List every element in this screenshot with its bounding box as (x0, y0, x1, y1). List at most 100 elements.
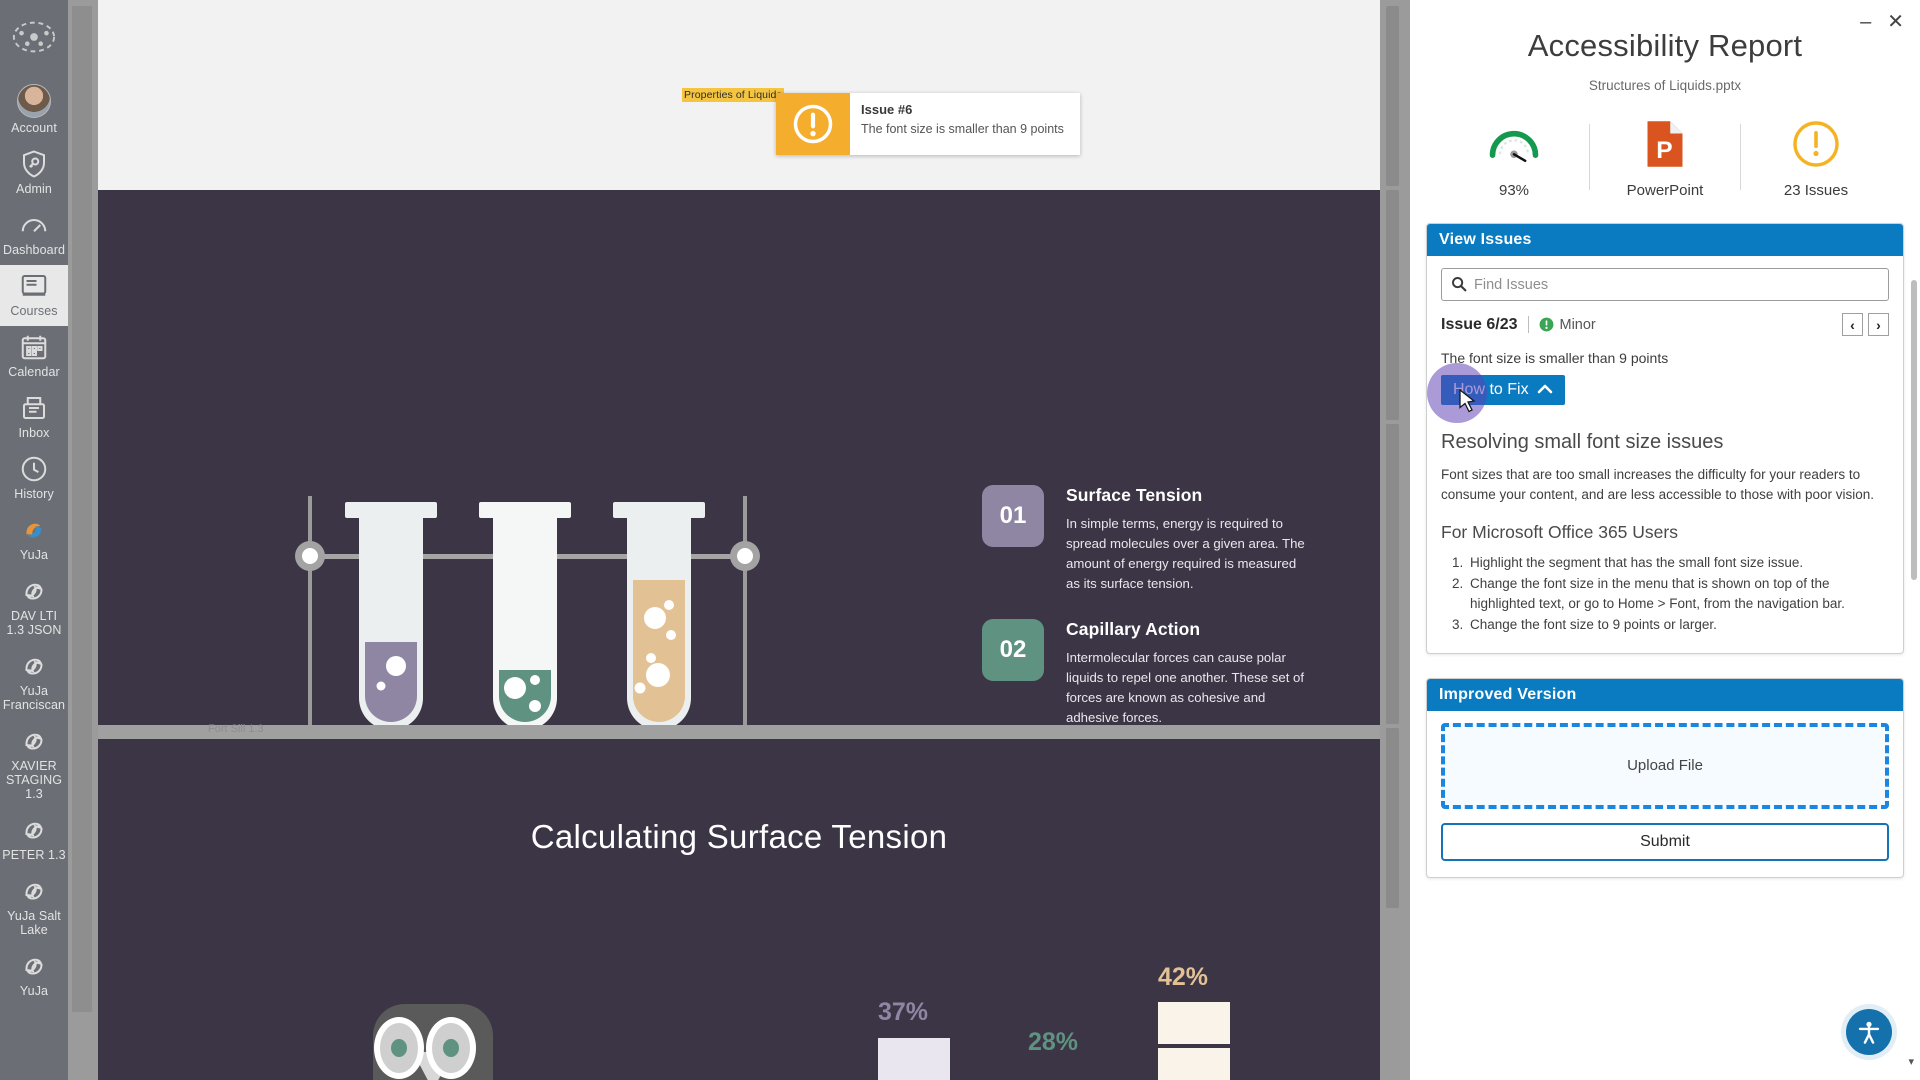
issue-pager: ‹ › (1842, 313, 1889, 336)
list-item-body: Intermolecular forces can cause polar li… (1066, 650, 1305, 726)
list-item-title: Surface Tension (1066, 485, 1203, 505)
sidebar-item-label: Admin (16, 182, 52, 196)
canvas-logo[interactable] (11, 14, 57, 60)
stat-label: 23 Issues (1783, 182, 1849, 199)
how-to-fix-button[interactable]: How to Fix (1441, 375, 1565, 405)
search-input[interactable] (1441, 268, 1889, 301)
view-issues-card: View Issues Issue 6/23 Minor ‹ (1426, 223, 1904, 654)
search-icon (1451, 276, 1467, 292)
sidebar-item-yuja-salt-lake[interactable]: YuJa Salt Lake (0, 870, 68, 945)
bar-label: 37% (878, 998, 929, 1026)
book-icon (19, 271, 49, 301)
warning-exclamation-icon (776, 93, 850, 155)
sidebar-item-label: YuJa Franciscan (2, 684, 66, 712)
sidebar-item-label: Inbox (18, 426, 50, 440)
sidebar-item-label: Calendar (8, 365, 60, 379)
yuja-color-icon (19, 515, 49, 545)
fix-step: Change the font size to 9 points or larg… (1467, 615, 1889, 635)
issue-description: The font size is smaller than 9 points (1441, 350, 1669, 366)
fix-step: Highlight the segment that has the small… (1467, 553, 1889, 573)
divider (1527, 316, 1529, 333)
slide-separator (98, 725, 1380, 739)
scrollbar-segment[interactable] (1386, 6, 1399, 186)
avatar (17, 84, 51, 118)
sidebar-item-dav-lti-json[interactable]: DAV LTI 1.3 JSON (0, 570, 68, 645)
severity-icon (1539, 317, 1554, 332)
highlighted-small-text: Properties of Liquids (682, 88, 784, 102)
scrollbar-thumb[interactable] (72, 6, 92, 1012)
bar (878, 1038, 950, 1080)
sidebar-item-label: XAVIER STAGING 1.3 (5, 759, 63, 801)
yuja-icon (19, 726, 49, 756)
close-icon[interactable]: ✕ (1887, 12, 1904, 32)
sidebar-item-inbox[interactable]: Inbox (0, 387, 68, 448)
slide-2-bar-chart: 37% 28% 42% (878, 960, 1338, 1080)
owl-illustration (373, 1004, 493, 1080)
document-viewer: 01 Surface Tension In simple terms, ener… (98, 0, 1410, 1080)
slide-1: 01 Surface Tension In simple terms, ener… (98, 190, 1380, 880)
viewer-scroll-gutter[interactable] (1380, 0, 1410, 1080)
inbox-icon (19, 393, 49, 423)
scrollbar-thumb[interactable] (1386, 424, 1399, 724)
page-title: Accessibility Report (1527, 28, 1803, 63)
calendar-icon (19, 332, 49, 362)
minimize-icon[interactable]: – (1860, 12, 1871, 32)
bar (1158, 1002, 1230, 1044)
sidebar-item-courses[interactable]: Courses (0, 265, 68, 326)
fix-heading: Resolving small font size issues (1441, 431, 1724, 453)
warning-circle-icon (1741, 115, 1891, 173)
panel-scrollbar-thumb[interactable] (1911, 280, 1917, 580)
issue-tooltip-title: Issue #6 (861, 102, 913, 117)
document-watermark: Fort Sill 1.3 (208, 723, 264, 735)
sidebar-item-label: YuJa (19, 984, 49, 998)
sidebar-item-label: Dashboard (2, 243, 66, 257)
file-name: Structures of Liquids.pptx (1588, 78, 1742, 93)
submit-button[interactable]: Submit (1441, 822, 1889, 861)
sidebar-item-history[interactable]: History (0, 448, 68, 509)
list-item-title: Capillary Action (1066, 619, 1201, 640)
sidebar-item-dashboard[interactable]: Dashboard (0, 204, 68, 265)
view-issues-header: View Issues (1427, 224, 1903, 256)
stat-score: 93% (1439, 115, 1589, 199)
sidebar-item-peter-13[interactable]: PETER 1.3 (0, 809, 68, 870)
yuja-icon (19, 576, 49, 606)
sidebar-item-label: YuJa (19, 548, 49, 562)
next-issue-button[interactable]: › (1868, 313, 1889, 336)
issue-counter: Issue 6/23 (1441, 315, 1518, 333)
bar-label: 28% (1028, 1028, 1079, 1056)
yuja-icon (19, 815, 49, 845)
accessibility-report-panel: – ✕ Accessibility Report Structures of L… (1410, 0, 1920, 1080)
list-item: 02 Capillary Action Intermolecular force… (982, 619, 1312, 728)
sidebar-item-yuja[interactable]: YuJa (0, 509, 68, 570)
sidebar-item-admin[interactable]: Admin (0, 143, 68, 204)
slide-2-title: Calculating Surface Tension (530, 818, 948, 855)
sidebar-item-yuja-2[interactable]: YuJa (0, 945, 68, 1006)
sidebar-item-label: DAV LTI 1.3 JSON (6, 609, 62, 637)
sidebar-item-xavier-staging[interactable]: XAVIER STAGING 1.3 (0, 720, 68, 809)
sidebar-item-label: Courses (10, 304, 58, 318)
sidebar-item-label: PETER 1.3 (2, 848, 66, 862)
previous-issue-button[interactable]: ‹ (1842, 313, 1863, 336)
how-to-fix-label: How to Fix (1453, 381, 1529, 398)
sidebar-item-calendar[interactable]: Calendar (0, 326, 68, 387)
window-controls: – ✕ (1860, 12, 1904, 32)
sidebar-item-account[interactable]: Account (0, 78, 68, 143)
fix-steps-list: Highlight the segment that has the small… (1467, 553, 1889, 636)
chevron-down-icon[interactable]: ▾ (1908, 1055, 1914, 1068)
document-left-scrollbar[interactable] (68, 0, 100, 1080)
shield-key-icon (19, 149, 49, 179)
accessibility-floating-button[interactable] (1846, 1009, 1892, 1055)
clock-icon (19, 454, 49, 484)
scrollbar-segment[interactable] (1386, 728, 1399, 908)
how-to-fix-wrapper: How to Fix (1427, 363, 1565, 423)
sidebar-item-label: YuJa Salt Lake (7, 909, 61, 937)
yuja-icon (19, 876, 49, 906)
stat-filetype: P PowerPoint (1590, 115, 1740, 199)
sidebar-item-yuja-franciscan[interactable]: YuJa Franciscan (0, 645, 68, 720)
upload-file-dropzone[interactable]: Upload File (1441, 722, 1889, 809)
bar-label: 42% (1158, 963, 1209, 991)
list-item-body: In simple terms, energy is required to s… (1066, 516, 1305, 592)
gauge-icon (19, 210, 49, 240)
stat-label: 93% (1498, 182, 1530, 199)
scrollbar-segment[interactable] (1386, 190, 1399, 420)
